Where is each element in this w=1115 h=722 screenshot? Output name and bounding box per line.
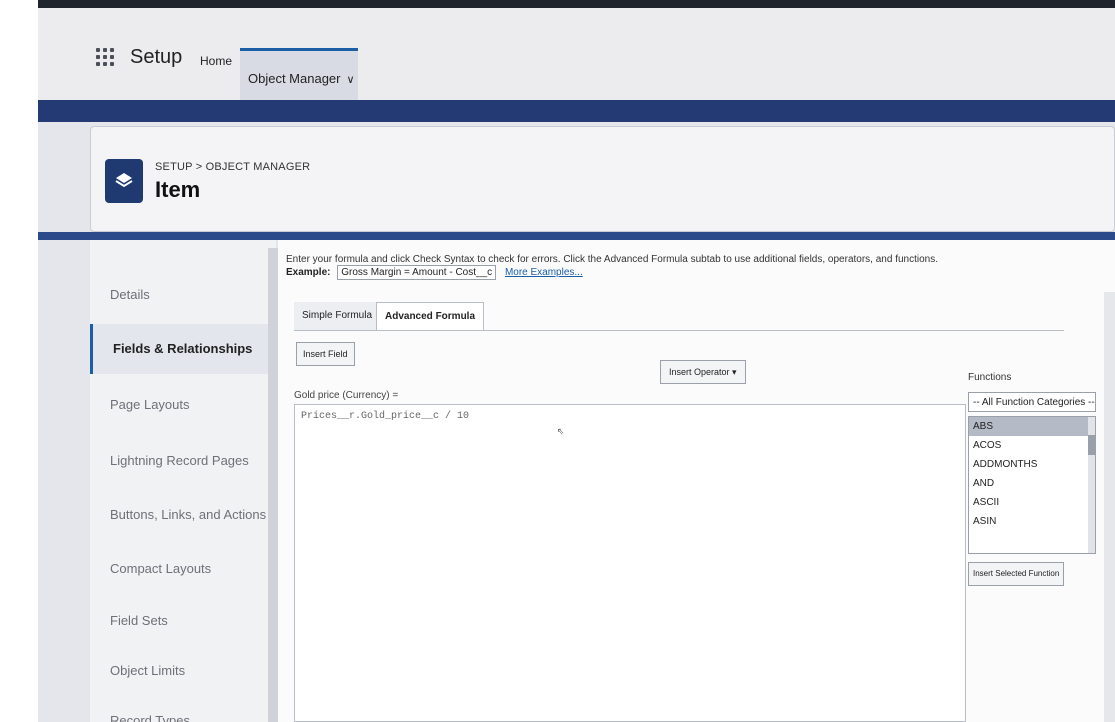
sidebar-item-compact-layouts[interactable]: Compact Layouts [90,544,276,594]
screen: Setup Home Object Manager ∨ SETUP > OBJEC… [38,8,1115,722]
function-item[interactable]: AND [969,474,1095,493]
layers-icon [105,159,143,203]
sidebar-item-field-sets[interactable]: Field Sets [90,596,276,646]
nav-tab-home[interactable]: Home [200,54,232,68]
function-item[interactable]: ASIN [969,512,1095,531]
sidebar-item-object-limits[interactable]: Object Limits [90,646,276,696]
insert-selected-function-button[interactable]: Insert Selected Function [968,562,1065,586]
insert-field-button[interactable]: Insert Field [296,342,355,366]
sidebar-item-fields-relationships[interactable]: Fields & Relationships [90,324,276,374]
function-category-select[interactable]: -- All Function Categories -- [968,392,1096,412]
chevron-down-icon[interactable]: ∨ [347,74,355,86]
mouse-pointer-icon: ⇖ [557,424,565,438]
formula-field-label: Gold price (Currency) = [294,390,399,401]
functions-scrollbar[interactable] [1088,417,1095,553]
functions-label: Functions [968,372,1012,383]
photo-background [0,0,38,722]
sidebar-item-record-types[interactable]: Record Types [90,696,276,722]
function-item[interactable]: ASCII [969,493,1095,512]
sidebar-item-page-layouts[interactable]: Page Layouts [90,380,276,430]
tab-simple-formula[interactable]: Simple Formula [294,302,381,330]
function-item[interactable]: ADDMONTHS [969,455,1095,474]
sidebar-scrollbar[interactable] [268,248,278,722]
sidebar-item-details[interactable]: Details [90,270,276,320]
example-value: Gross Margin = Amount - Cost__c [337,265,497,280]
breadcrumb[interactable]: SETUP > OBJECT MANAGER [155,161,310,173]
example-row: Example: Gross Margin = Amount - Cost__c… [286,265,583,280]
function-item[interactable]: ABS [969,417,1095,436]
nav-tab-object-manager[interactable]: Object Manager ∨ [240,48,358,100]
top-navigation: Setup Home Object Manager ∨ [38,8,1115,100]
tab-advanced-formula[interactable]: Advanced Formula [376,302,485,330]
app-name: Setup [130,46,183,68]
formula-tabs: Simple Formula Advanced Formula [294,302,1064,331]
function-item[interactable]: ACOS [969,436,1095,455]
formula-editor: Enter your formula and click Check Synta… [278,240,1115,722]
formula-instructions: Enter your formula and click Check Synta… [286,254,938,265]
app-launcher-icon[interactable] [96,48,114,70]
functions-scroll-thumb[interactable] [1088,435,1095,455]
sidebar: Details Fields & Relationships Page Layo… [90,240,276,722]
insert-operator-button[interactable]: Insert Operator ▾ [660,360,746,384]
object-header: SETUP > OBJECT MANAGER Item [90,126,1115,232]
nav-tab-object-manager-label: Object Manager [248,71,341,86]
formula-text: Prices__r.Gold_price__c / 10 [301,411,470,422]
more-examples-link[interactable]: More Examples... [505,267,583,278]
brand-bar-lower [38,232,1115,240]
main-scrollbar[interactable] [1104,292,1115,722]
page-title: Item [155,177,201,202]
sidebar-item-buttons-links-actions[interactable]: Buttons, Links, and Actions [90,490,276,540]
sidebar-item-lightning-record-pages[interactable]: Lightning Record Pages [90,436,276,486]
formula-textarea[interactable]: Prices__r.Gold_price__c / 10 ⇖ [294,404,966,722]
brand-bar [38,100,1115,122]
example-label: Example: [286,267,331,278]
functions-list[interactable]: ABS ACOS ADDMONTHS AND ASCII ASIN [968,416,1096,554]
